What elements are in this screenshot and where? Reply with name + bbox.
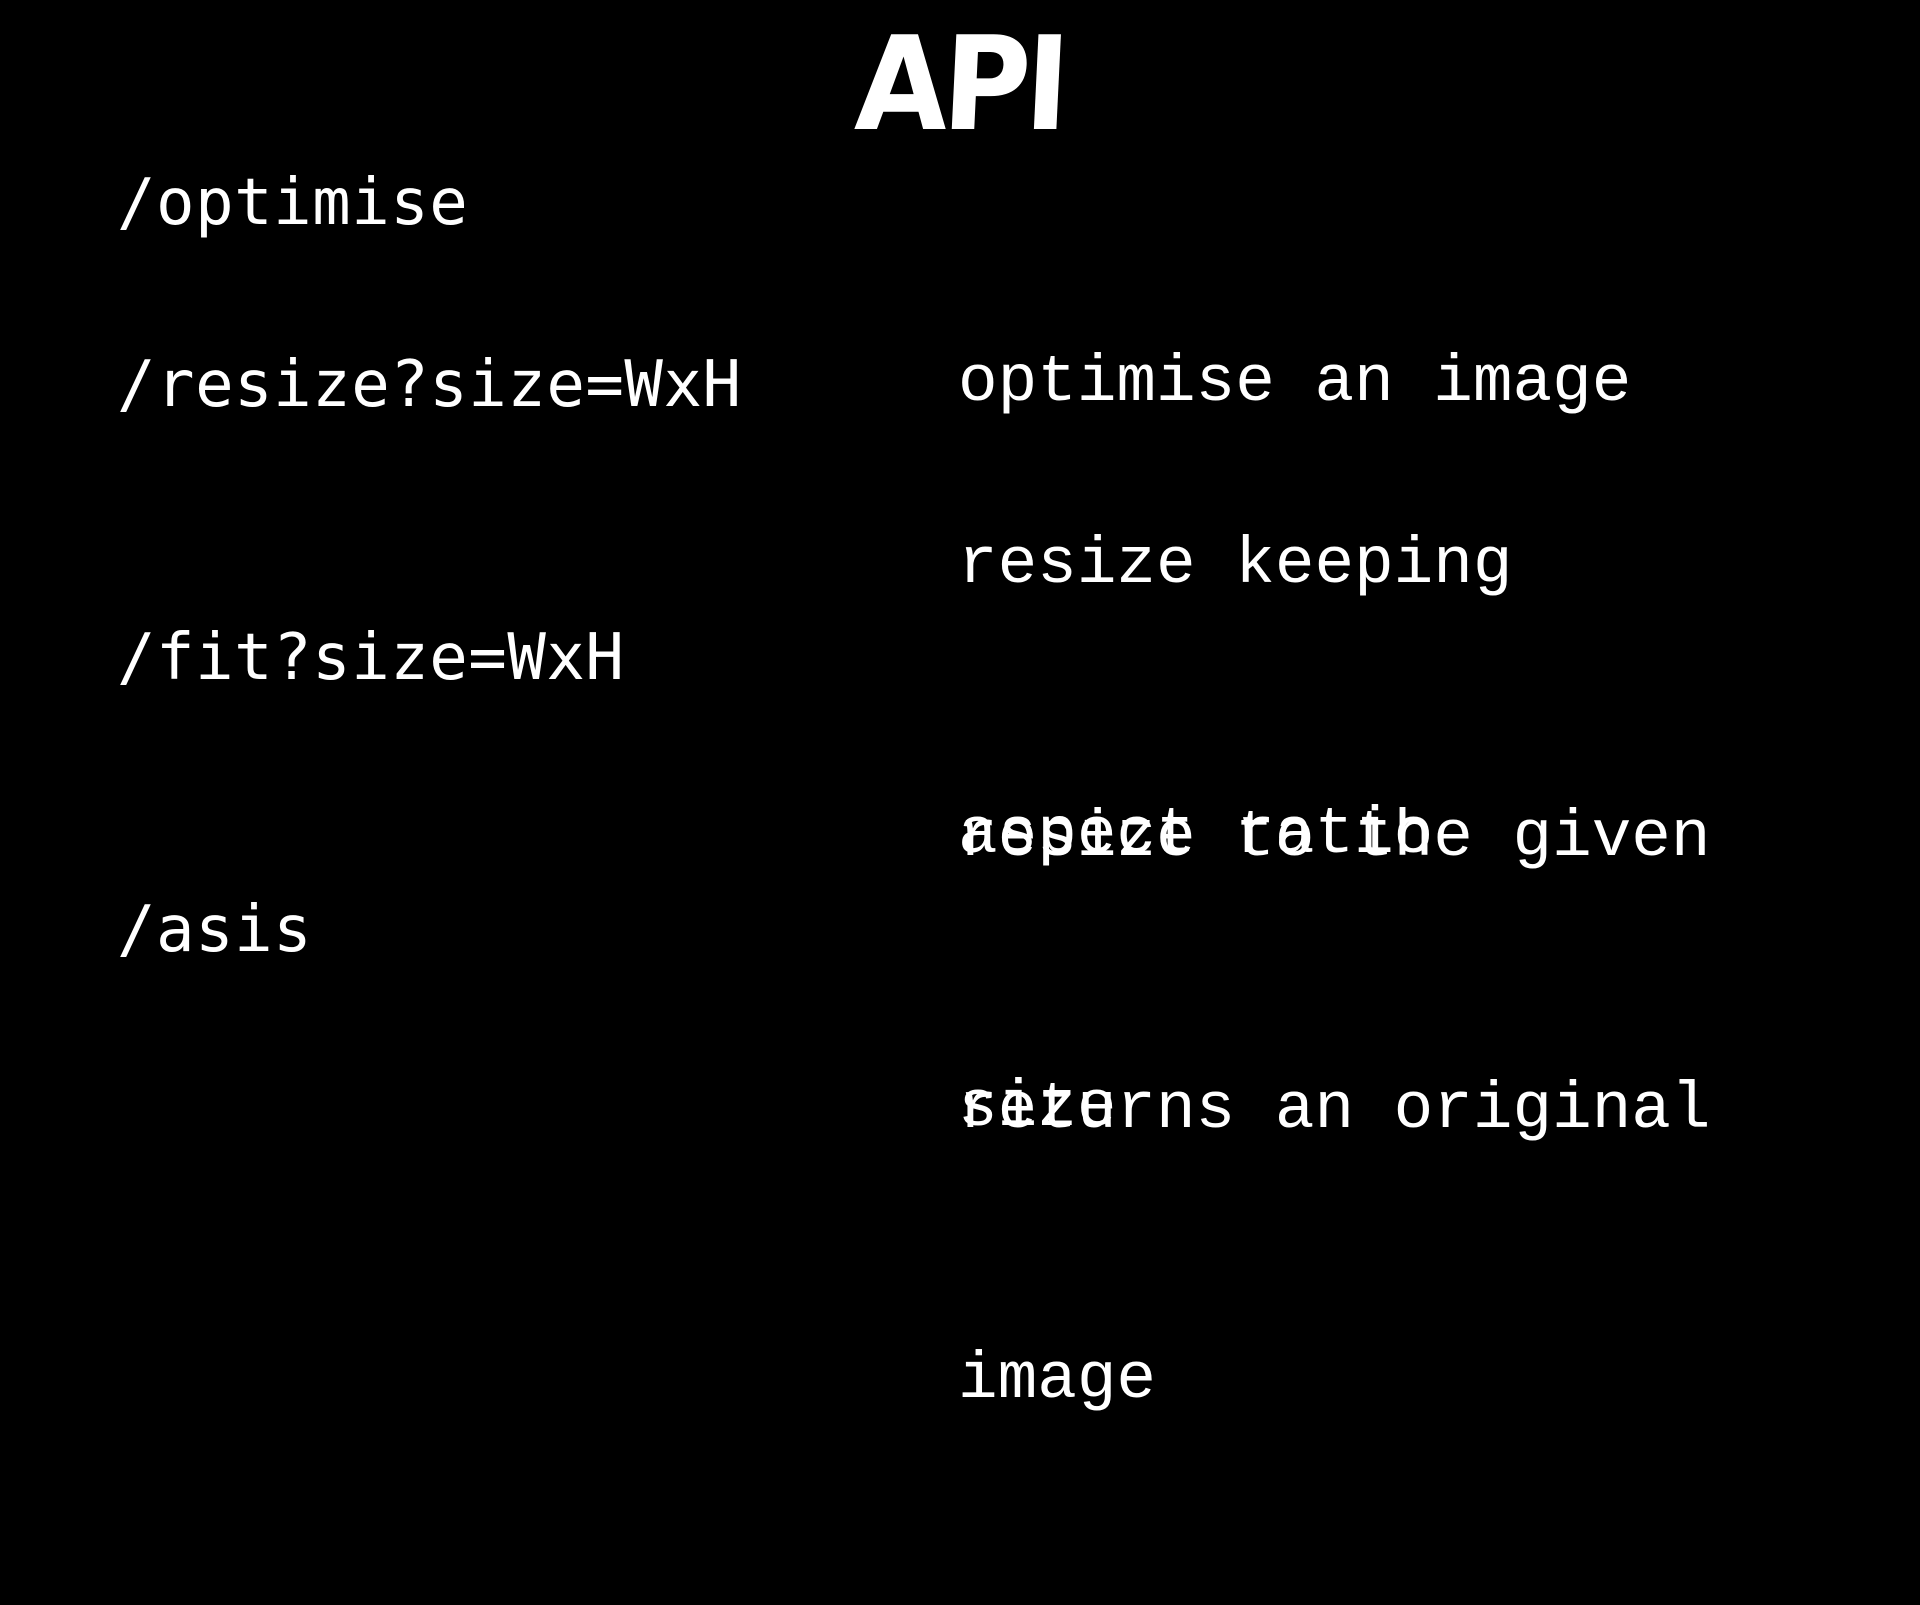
endpoint-asis: /asis xyxy=(117,893,313,967)
description-line: returns an original xyxy=(958,1072,1711,1147)
endpoint-fit: /fit?size=WxH xyxy=(117,621,625,695)
endpoint-resize: /resize?size=WxH xyxy=(117,348,742,422)
description-line: resize keeping xyxy=(958,527,1513,602)
slide: API /optimise optimise an image /resize?… xyxy=(0,0,1920,1417)
description-line: image xyxy=(958,1342,1157,1417)
slide-title: API xyxy=(852,8,1068,160)
endpoint-optimise: /optimise xyxy=(117,166,469,240)
description-line: resize to the given xyxy=(958,800,1711,875)
description-asis: returns an original image xyxy=(958,885,1838,1605)
